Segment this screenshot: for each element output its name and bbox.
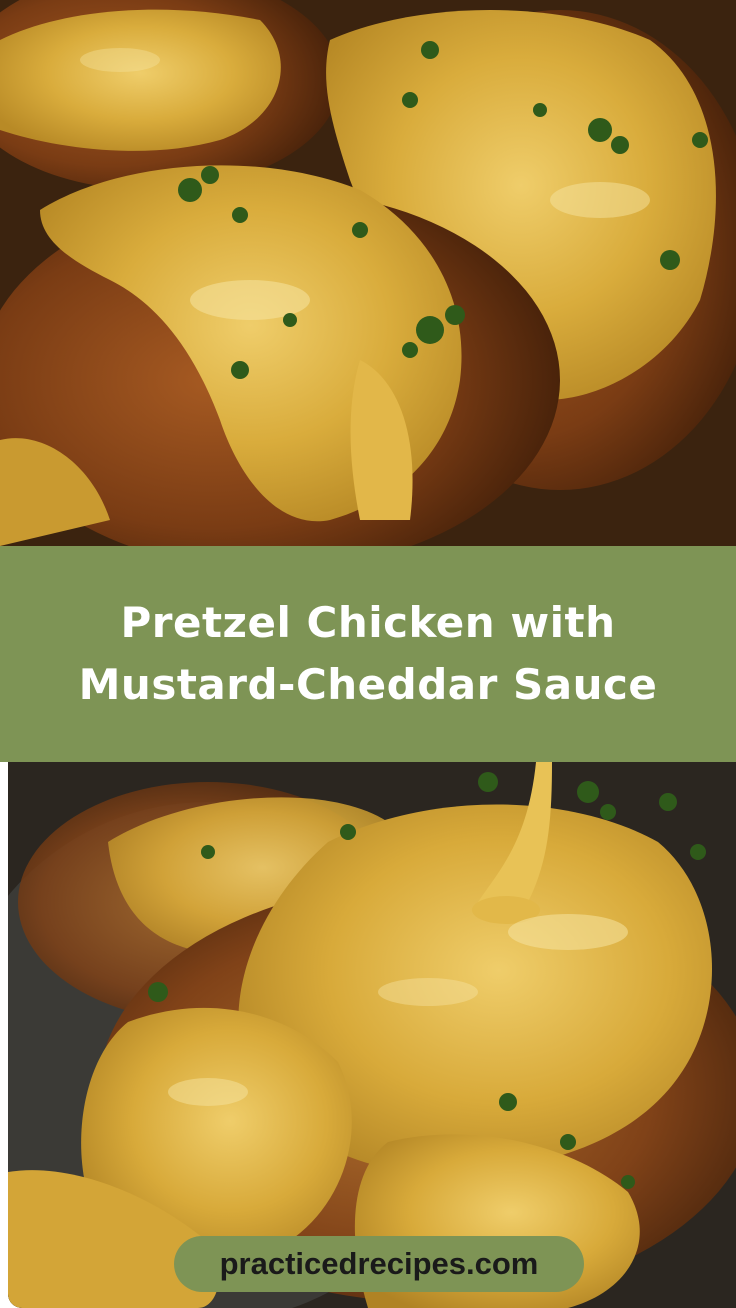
bottom-food-photo <box>8 762 736 1308</box>
website-badge[interactable]: practicedrecipes.com <box>174 1236 584 1292</box>
recipe-title-line-1: Pretzel Chicken with <box>120 598 616 647</box>
recipe-pin: Pretzel Chicken with Mustard-Cheddar Sau… <box>0 0 736 1308</box>
recipe-title-line-2: Mustard-Cheddar Sauce <box>78 660 658 709</box>
top-food-photo <box>0 0 736 546</box>
title-banner: Pretzel Chicken with Mustard-Cheddar Sau… <box>0 546 736 762</box>
website-url: practicedrecipes.com <box>219 1246 539 1281</box>
